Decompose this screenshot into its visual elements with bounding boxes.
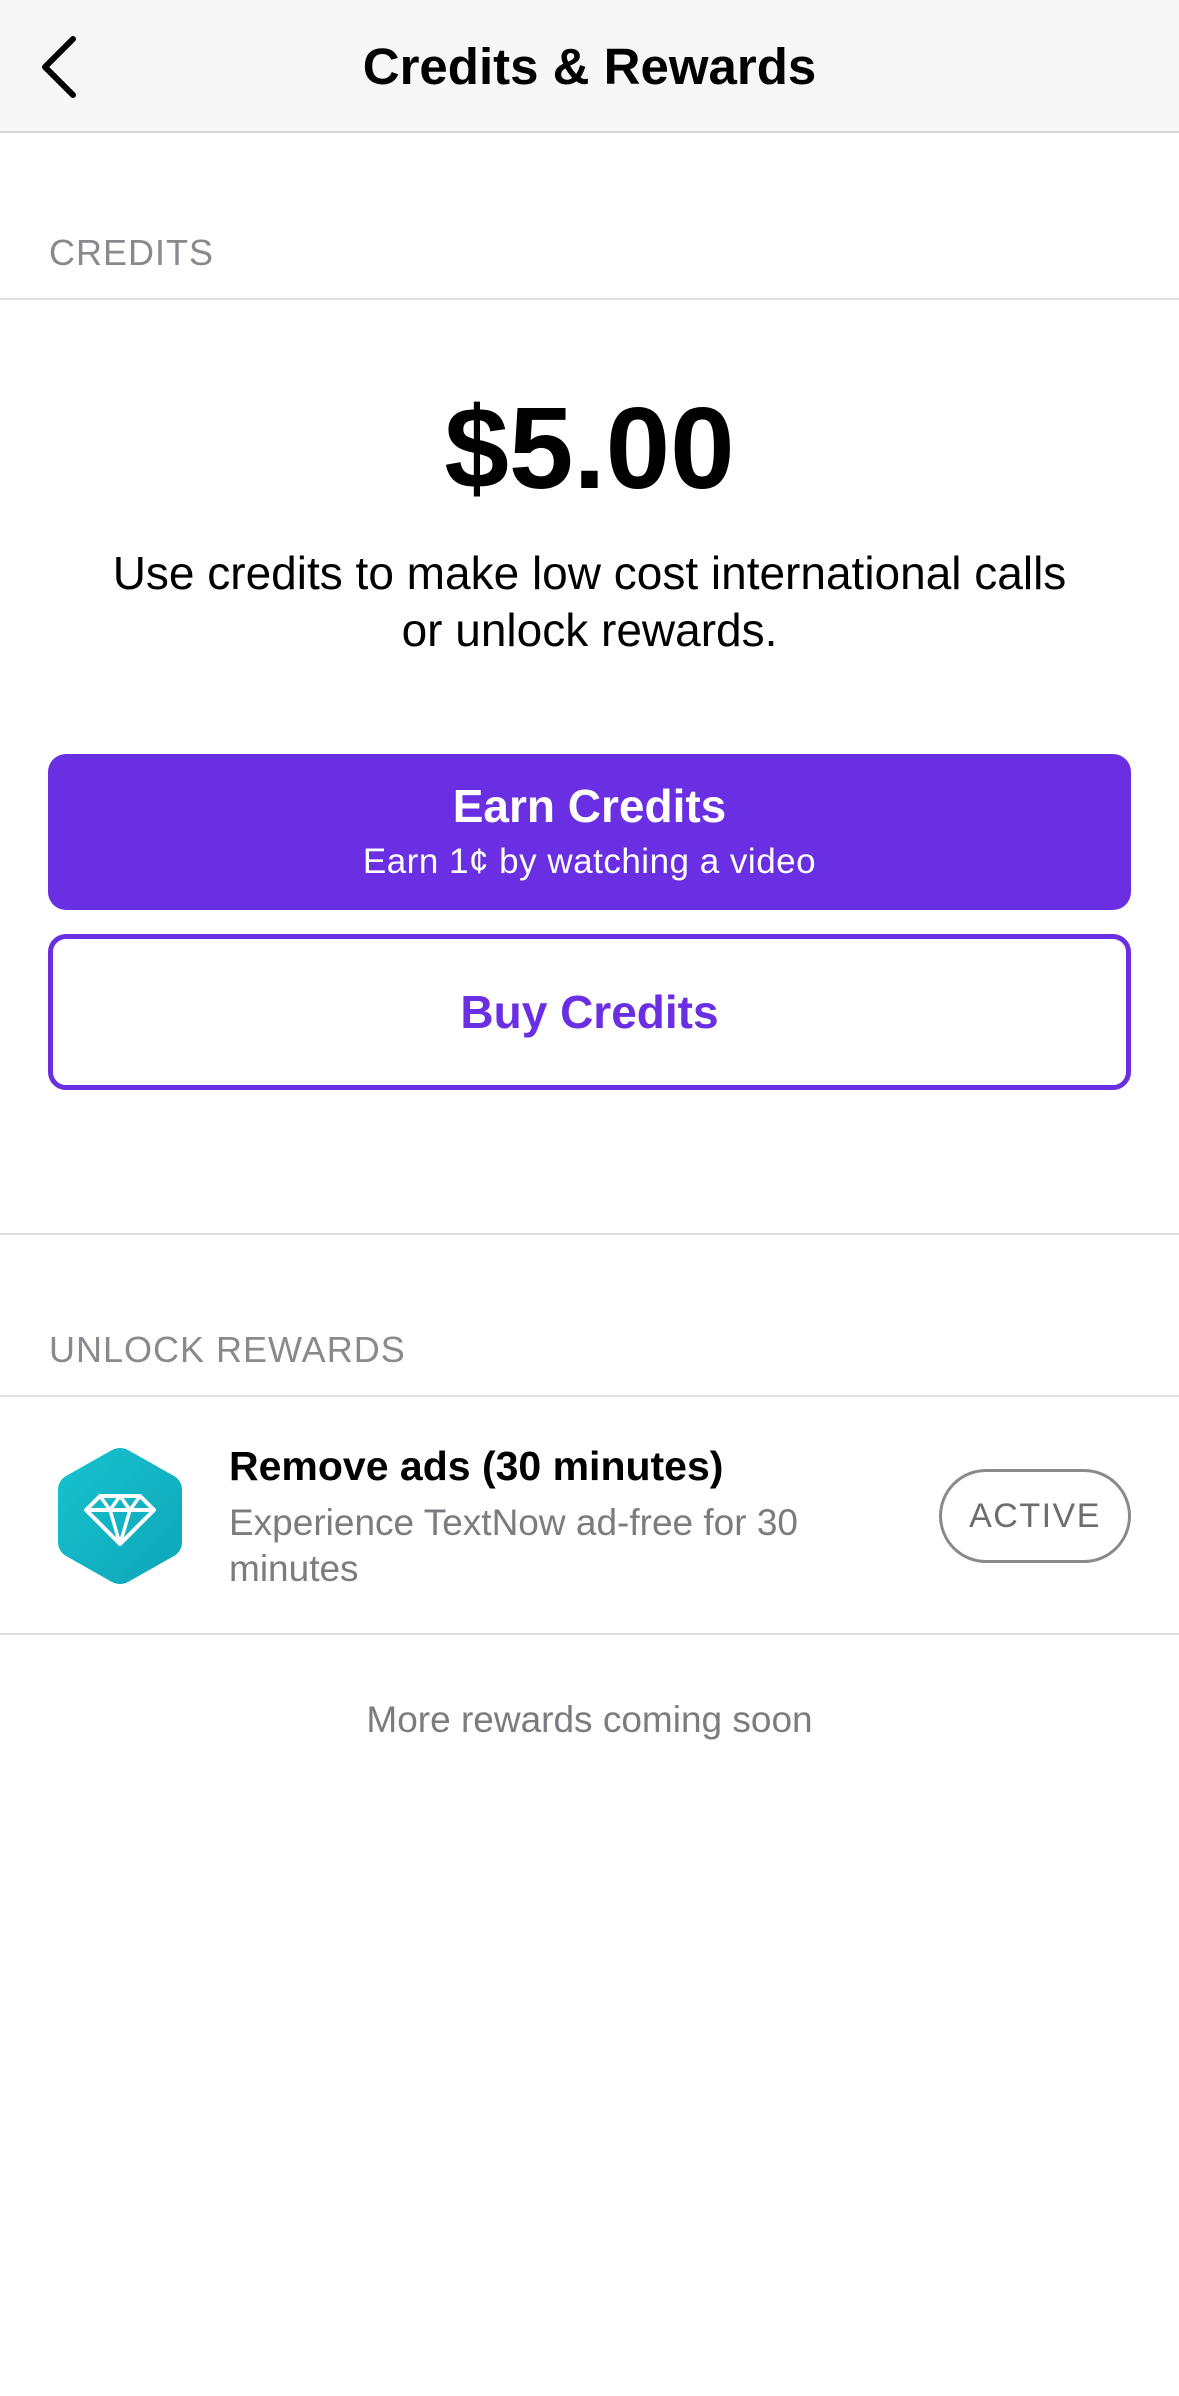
buy-credits-button[interactable]: Buy Credits — [48, 934, 1131, 1090]
reward-active-button[interactable]: ACTIVE — [939, 1469, 1131, 1563]
reward-item-remove-ads[interactable]: Remove ads (30 minutes) Experience TextN… — [0, 1397, 1179, 1635]
credits-balance: $5.00 — [444, 383, 735, 513]
reward-description: Experience TextNow ad-free for 30 minute… — [229, 1502, 799, 1589]
earn-credits-subtitle: Earn 1¢ by watching a video — [362, 842, 817, 881]
nav-bar: Credits & Rewards — [0, 0, 1179, 133]
reward-title: Remove ads (30 minutes) — [229, 1443, 724, 1489]
credits-description: Use credits to make low cost internation… — [112, 547, 1067, 656]
earn-credits-button[interactable]: Earn Credits Earn 1¢ by watching a video — [48, 754, 1131, 910]
rewards-section-header: UNLOCK REWARDS — [0, 1233, 1179, 1397]
page-title: Credits & Rewards — [362, 38, 817, 95]
rewards-section-label: UNLOCK REWARDS — [49, 1329, 406, 1370]
earn-credits-title: Earn Credits — [452, 780, 727, 832]
more-rewards-note: More rewards coming soon — [366, 1699, 813, 1740]
diamond-icon — [54, 1444, 186, 1588]
credits-section-label: CREDITS — [49, 232, 215, 273]
credits-section-header: CREDITS — [0, 135, 1179, 300]
